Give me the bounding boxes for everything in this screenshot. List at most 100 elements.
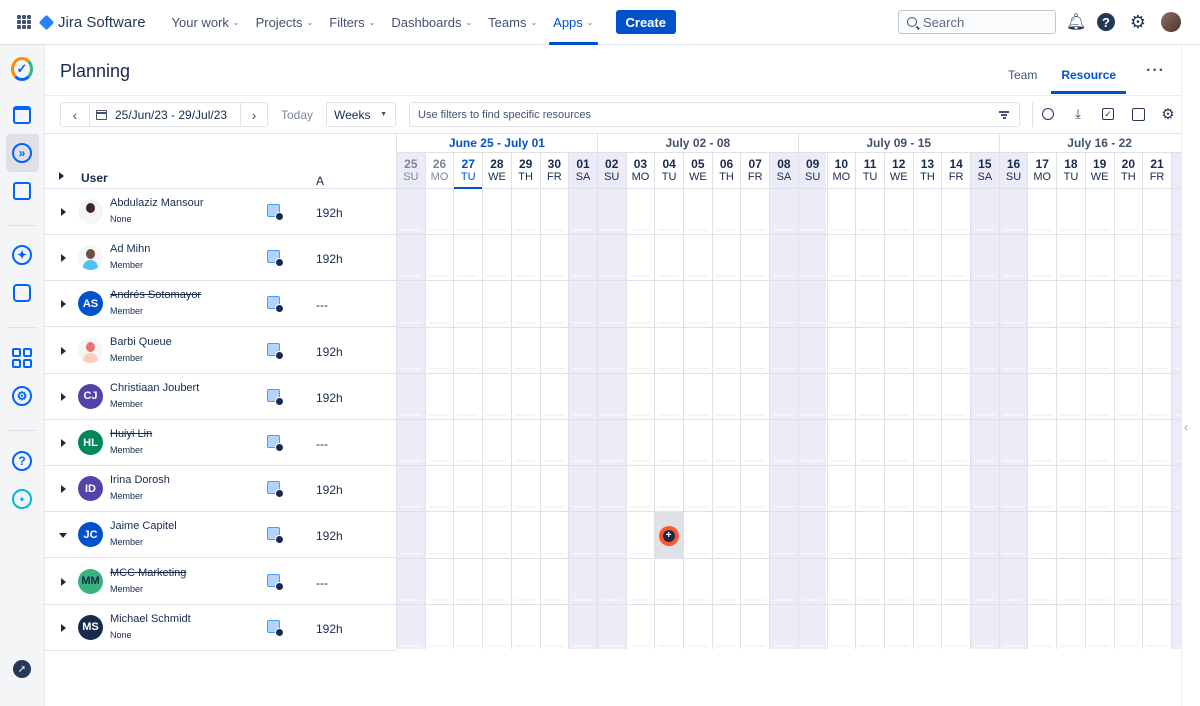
capacity-bar[interactable] [457,367,479,370]
capacity-bar[interactable] [974,321,995,324]
capacity-bar[interactable] [773,645,794,647]
capacity-bar[interactable] [486,645,507,647]
capacity-bar[interactable] [1146,414,1167,416]
capacity-bar[interactable] [1146,275,1167,278]
table-row[interactable]: Abdulaziz Mansour None 192h [45,189,396,235]
capacity-bar[interactable] [428,414,450,416]
capacity-bar[interactable] [773,275,794,278]
capacity-bar[interactable] [457,506,479,509]
capacity-bar[interactable] [687,367,708,370]
resource-settings-icon[interactable] [267,481,284,499]
help-icon[interactable]: ? [1096,12,1116,32]
caret-right-icon[interactable] [61,254,66,263]
capacity-bar[interactable] [1117,414,1139,416]
capacity-bar[interactable] [600,552,622,555]
capacity-bar[interactable] [1146,645,1167,647]
capacity-bar[interactable] [945,321,966,324]
capacity-bar[interactable] [887,506,909,509]
capacity-bar[interactable] [1146,598,1167,601]
user-header-label[interactable]: User [81,171,108,185]
capacity-bar[interactable] [1117,645,1139,647]
capacity-bar[interactable] [1060,598,1081,601]
prev-range-button[interactable]: ‹ [60,102,90,127]
capacity-bar[interactable] [457,229,479,232]
capacity-bar[interactable] [945,229,966,232]
capacity-bar[interactable] [400,367,421,370]
capacity-bar[interactable] [715,229,737,232]
capacity-bar[interactable] [1117,321,1139,324]
capacity-bar[interactable] [773,460,794,463]
capacity-bar[interactable] [600,460,622,463]
caret-down-icon[interactable] [59,533,67,539]
resource-settings-icon[interactable] [267,296,284,314]
table-row[interactable]: ID Irina Dorosh Member 192h [45,466,396,513]
view-select[interactable]: Weeks ▼ [326,102,396,127]
user-name[interactable]: Irina Dorosh [110,474,170,486]
capacity-bar[interactable] [543,367,565,370]
capacity-bar[interactable] [773,414,794,416]
gear-icon[interactable]: ⚙ [11,385,33,407]
capacity-bar[interactable] [687,321,708,324]
capacity-bar[interactable] [428,275,450,278]
capacity-bar[interactable] [945,460,966,463]
capacity-bar[interactable] [400,275,421,278]
capacity-bar[interactable] [572,367,593,370]
nav-item-apps[interactable]: Apps ⌄ [545,0,601,45]
resource-filter-input[interactable]: Use filters to find specific resources [409,102,1020,127]
resource-settings-icon[interactable] [267,250,284,268]
capacity-bar[interactable] [945,598,966,601]
capacity-bar[interactable] [486,460,507,463]
capacity-bar[interactable] [801,321,823,324]
user-name[interactable]: Michael Schmidt [110,613,191,625]
capacity-bar[interactable] [600,645,622,647]
capacity-bar[interactable] [687,506,708,509]
capacity-bar[interactable] [486,367,507,370]
user-name[interactable]: Barbi Queue [110,336,172,348]
capacity-bar[interactable] [457,275,479,278]
user-name[interactable]: Andrés Sotomayor [110,289,201,301]
capacity-bar[interactable] [629,229,651,232]
capacity-bar[interactable] [486,598,507,601]
capacity-bar[interactable] [974,645,995,647]
capacity-bar[interactable] [887,598,909,601]
resource-settings-icon[interactable] [267,342,284,360]
capacity-bar[interactable] [1117,275,1139,278]
resource-settings-icon[interactable] [267,527,284,545]
capacity-bar[interactable] [600,321,622,324]
checklist-icon[interactable]: ✓ [1100,106,1116,122]
capacity-bar[interactable] [600,414,622,416]
capacity-bar[interactable] [600,598,622,601]
capacity-bar[interactable] [830,552,852,555]
capacity-bar[interactable] [1060,229,1081,232]
capacity-bar[interactable] [945,506,966,509]
capacity-bar[interactable] [687,598,708,601]
capacity-bar[interactable] [629,367,651,370]
calendar-icon[interactable] [11,104,33,126]
capacity-bar[interactable] [830,321,852,324]
capacity-bar[interactable] [428,645,450,647]
capacity-bar[interactable] [744,506,766,509]
capacity-bar[interactable] [801,645,823,647]
capacity-bar[interactable] [974,367,995,370]
capacity-bar[interactable] [572,321,593,324]
capacity-bar[interactable] [1060,460,1081,463]
capacity-bar[interactable] [1146,506,1167,509]
capacity-bar[interactable] [658,321,679,324]
capacity-bar[interactable] [1002,275,1024,278]
capacity-bar[interactable] [658,275,679,278]
capacity-bar[interactable] [974,460,995,463]
capacity-bar[interactable] [658,229,679,232]
capacity-bar[interactable] [400,414,421,416]
capacity-bar[interactable] [543,460,565,463]
capacity-bar[interactable] [916,552,938,555]
capacity-bar[interactable] [916,645,938,647]
capacity-bar[interactable] [1002,367,1024,370]
capacity-bar[interactable] [773,367,794,370]
capacity-bar[interactable] [974,414,995,416]
tab-resource[interactable]: Resource [1049,56,1128,94]
filter-icon[interactable] [999,111,1009,119]
capacity-bar[interactable] [629,321,651,324]
capacity-bar[interactable] [514,506,536,509]
capacity-bar[interactable] [486,552,507,555]
capacity-bar[interactable] [916,229,938,232]
